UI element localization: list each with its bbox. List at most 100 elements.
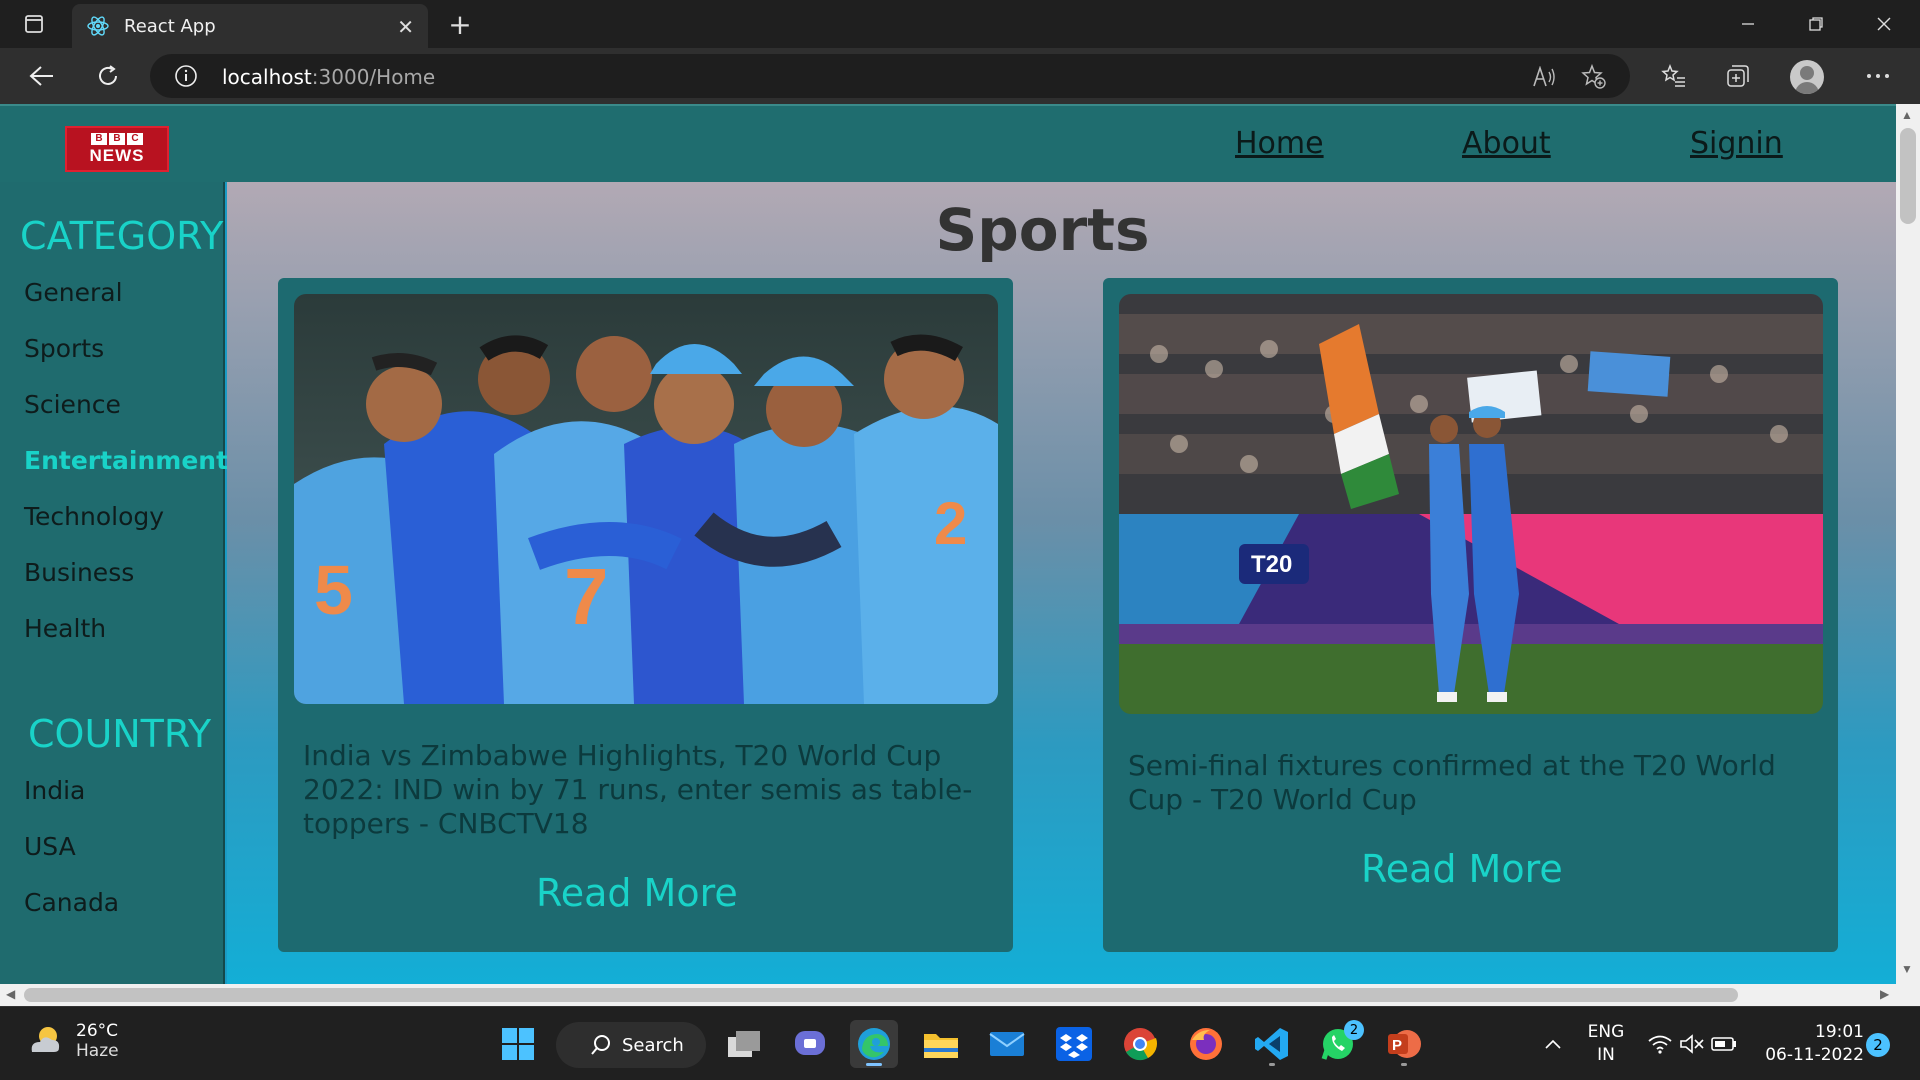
tab-close-icon[interactable]: ✕: [397, 15, 414, 40]
running-indicator: [1269, 1063, 1275, 1066]
horizontal-scrollbar[interactable]: ◀ ▶: [0, 984, 1920, 1006]
sidebar-item-technology[interactable]: Technology: [24, 502, 164, 531]
search-icon: [591, 1035, 610, 1055]
vertical-scroll-thumb[interactable]: [1900, 128, 1916, 224]
taskbar-edge[interactable]: [850, 1020, 898, 1068]
tab-actions-icon: [25, 15, 43, 33]
taskbar-vscode[interactable]: [1248, 1020, 1296, 1068]
nav-link-about[interactable]: About: [1462, 126, 1551, 161]
sidebar-item-business[interactable]: Business: [24, 558, 134, 587]
weather-condition: Haze: [76, 1041, 119, 1061]
running-indicator: [1401, 1063, 1407, 1066]
minimize-button[interactable]: [1718, 6, 1778, 42]
taskbar-teams-chat[interactable]: [786, 1020, 834, 1068]
sidebar-item-science[interactable]: Science: [24, 390, 121, 419]
browser-tab-react-app[interactable]: React App ✕: [72, 4, 428, 48]
site-info-icon[interactable]: [174, 64, 198, 88]
sidebar-item-usa[interactable]: USA: [24, 832, 76, 861]
logo-letter: B: [91, 133, 107, 145]
collections-button[interactable]: [1722, 60, 1754, 92]
folder-icon: [924, 1034, 958, 1058]
favorites-button[interactable]: [1658, 60, 1690, 92]
horizontal-scroll-thumb[interactable]: [24, 988, 1738, 1002]
settings-more-button[interactable]: [1862, 60, 1894, 92]
taskbar-task-view[interactable]: [720, 1020, 768, 1068]
news-card-image[interactable]: 5 7 2: [294, 294, 998, 704]
url-path: :3000/Home: [311, 65, 436, 89]
sidebar-item-canada[interactable]: Canada: [24, 888, 119, 917]
read-more-link[interactable]: Read More: [536, 871, 738, 915]
back-button[interactable]: [22, 58, 62, 94]
cricket-celebration-photo: 5 7 2: [294, 294, 998, 704]
country-heading: COUNTRY: [28, 712, 212, 756]
taskbar-dropbox[interactable]: [1050, 1020, 1098, 1068]
taskbar-file-explorer[interactable]: [917, 1020, 965, 1068]
notification-badge[interactable]: 2: [1866, 1033, 1890, 1057]
logo-news-text: NEWS: [89, 146, 145, 165]
taskbar-search-label: Search: [622, 1034, 684, 1056]
back-arrow-icon: [29, 66, 53, 86]
weather-widget[interactable]: 26°C Haze: [26, 1021, 119, 1061]
quick-settings-button[interactable]: [1642, 1020, 1742, 1068]
url-text: localhost:3000/Home: [222, 65, 435, 89]
svg-text:P: P: [1392, 1037, 1402, 1054]
scroll-right-arrow-icon[interactable]: ▶: [1880, 987, 1889, 1001]
sidebar-item-general[interactable]: General: [24, 278, 123, 307]
restore-button[interactable]: [1786, 6, 1846, 42]
powerpoint-icon: P: [1388, 1030, 1421, 1058]
nav-link-signin[interactable]: Signin: [1690, 126, 1783, 161]
sidebar-item-health[interactable]: Health: [24, 614, 106, 643]
start-button[interactable]: [494, 1020, 542, 1068]
logo-bbc-blocks: BBC: [91, 133, 143, 145]
wifi-icon: [1648, 1035, 1672, 1054]
windows-logo-icon: [502, 1028, 534, 1060]
news-card: T20 Semi-final fixtures confirmed at the…: [1103, 278, 1838, 952]
news-main-area: Sports 5 7 2 India vs Zimbabwe Highlight…: [227, 182, 1896, 984]
taskbar-mail[interactable]: [983, 1020, 1031, 1068]
nav-link-home[interactable]: Home: [1235, 126, 1324, 161]
clock-time: 19:01: [1815, 1022, 1864, 1042]
clock-widget[interactable]: 19:01 06-11-2022: [1756, 1021, 1864, 1067]
page-title: Sports: [935, 196, 1150, 264]
svg-text:T20: T20: [1251, 551, 1292, 578]
read-aloud-button[interactable]: [1530, 63, 1558, 91]
minimize-icon: [1742, 23, 1754, 25]
close-window-button[interactable]: [1854, 6, 1914, 42]
taskbar-chrome[interactable]: [1116, 1020, 1164, 1068]
weather-haze-icon: [31, 1027, 60, 1052]
category-heading: CATEGORY: [20, 214, 224, 258]
vertical-scrollbar[interactable]: ▲ ▼: [1896, 104, 1920, 984]
profile-avatar[interactable]: [1790, 60, 1824, 94]
scroll-up-arrow-icon[interactable]: ▲: [1901, 108, 1913, 122]
taskbar-powerpoint[interactable]: P: [1380, 1020, 1428, 1068]
svg-text:2: 2: [934, 490, 967, 557]
url-host: localhost: [222, 65, 312, 89]
star-add-icon: [1581, 64, 1606, 89]
news-card-image[interactable]: T20: [1119, 294, 1823, 714]
taskbar-whatsapp[interactable]: 2: [1314, 1020, 1364, 1068]
scroll-left-arrow-icon[interactable]: ◀: [6, 987, 15, 1001]
show-hidden-icons-button[interactable]: [1530, 1020, 1576, 1068]
category-sidebar: CATEGORY General Sports Science Entertai…: [0, 182, 228, 984]
add-favorite-button[interactable]: [1580, 63, 1608, 91]
tab-actions-button[interactable]: [14, 10, 54, 38]
active-indicator: [866, 1063, 882, 1066]
sidebar-item-sports[interactable]: Sports: [24, 334, 104, 363]
bbc-news-logo[interactable]: BBC NEWS: [65, 126, 169, 172]
read-aloud-icon: [1533, 66, 1555, 87]
scroll-down-arrow-icon[interactable]: ▼: [1901, 962, 1913, 976]
read-more-link[interactable]: Read More: [1361, 847, 1563, 891]
firefox-icon: [1190, 1028, 1222, 1060]
favorites-icon: [1661, 64, 1685, 87]
sidebar-item-india[interactable]: India: [24, 776, 85, 805]
taskbar-firefox[interactable]: [1182, 1020, 1230, 1068]
region-code: IN: [1597, 1045, 1615, 1065]
new-tab-button[interactable]: +: [444, 8, 476, 41]
sidebar-item-entertainment[interactable]: Entertainment: [24, 446, 228, 475]
taskbar-search-button[interactable]: Search: [556, 1022, 706, 1068]
language-indicator[interactable]: ENG IN: [1584, 1021, 1628, 1067]
url-field[interactable]: localhost:3000/Home: [150, 54, 1630, 98]
svg-text:7: 7: [564, 552, 609, 641]
refresh-button[interactable]: [88, 58, 128, 94]
mail-icon: [989, 1032, 1025, 1056]
